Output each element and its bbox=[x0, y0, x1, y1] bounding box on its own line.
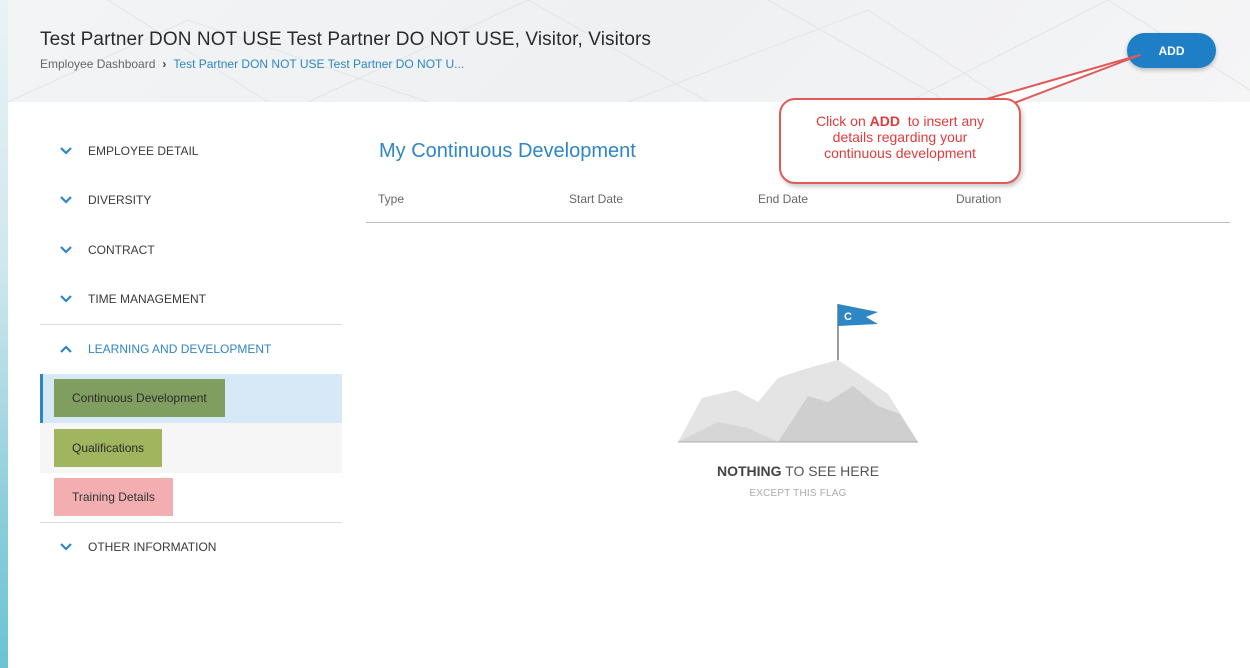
sub-item-label: Training Details bbox=[54, 478, 173, 517]
section-diversity[interactable]: DIVERSITY bbox=[40, 176, 342, 226]
mountain-flag-illustration: C bbox=[678, 304, 918, 443]
chevron-down-icon bbox=[60, 146, 74, 156]
empty-state: C NOTHING TO SEE HERE EXCEPT THIS FLAG bbox=[678, 298, 918, 499]
section-label: DIVERSITY bbox=[88, 193, 152, 208]
sidebar-item-continuous-development[interactable]: Continuous Development bbox=[40, 373, 342, 423]
window-edge bbox=[0, 0, 8, 668]
section-time-management[interactable]: TIME MANAGEMENT bbox=[40, 275, 342, 325]
empty-state-subtext: EXCEPT THIS FLAG bbox=[749, 488, 847, 499]
sidebar-item-qualifications[interactable]: Qualifications bbox=[40, 423, 342, 473]
breadcrumb: Employee Dashboard › Test Partner DON NO… bbox=[40, 57, 464, 71]
section-learning-and-development[interactable]: LEARNING AND DEVELOPMENT bbox=[40, 324, 342, 374]
section-label: OTHER INFORMATION bbox=[88, 540, 217, 555]
sidebar: EMPLOYEE DETAIL DIVERSITY CONTRACT TIME … bbox=[40, 126, 342, 572]
column-type[interactable]: Type bbox=[378, 192, 404, 206]
chevron-down-icon bbox=[60, 542, 74, 552]
section-other-information[interactable]: OTHER INFORMATION bbox=[40, 522, 342, 572]
page-header: Test Partner DON NOT USE Test Partner DO… bbox=[8, 0, 1250, 102]
chevron-down-icon bbox=[60, 294, 74, 304]
breadcrumb-root[interactable]: Employee Dashboard bbox=[40, 57, 155, 71]
section-label: CONTRACT bbox=[88, 242, 155, 257]
chevron-up-icon bbox=[60, 344, 74, 354]
section-label: EMPLOYEE DETAIL bbox=[88, 143, 199, 158]
table-header: Type Start Date End Date Duration bbox=[366, 186, 1230, 223]
breadcrumb-current[interactable]: Test Partner DON NOT USE Test Partner DO… bbox=[173, 57, 464, 71]
column-end-date[interactable]: End Date bbox=[758, 192, 808, 206]
main-card: EMPLOYEE DETAIL DIVERSITY CONTRACT TIME … bbox=[18, 102, 1250, 668]
section-label: LEARNING AND DEVELOPMENT bbox=[88, 342, 272, 357]
section-label: TIME MANAGEMENT bbox=[88, 292, 207, 307]
section-contract[interactable]: CONTRACT bbox=[40, 225, 342, 275]
instruction-callout: Click on ADD to insert any details regar… bbox=[779, 98, 1021, 184]
chevron-down-icon bbox=[60, 245, 74, 255]
empty-state-message: NOTHING TO SEE HERE bbox=[716, 463, 880, 479]
column-start-date[interactable]: Start Date bbox=[569, 192, 623, 206]
sidebar-item-training-details[interactable]: Training Details bbox=[40, 472, 342, 522]
add-button[interactable]: ADD bbox=[1127, 33, 1216, 68]
content-title: My Continuous Development bbox=[379, 140, 636, 162]
chevron-right-icon: › bbox=[162, 57, 167, 71]
column-duration[interactable]: Duration bbox=[956, 192, 1001, 206]
header-background-pattern bbox=[8, 0, 1250, 102]
chevron-down-icon bbox=[60, 195, 74, 205]
section-employee-detail[interactable]: EMPLOYEE DETAIL bbox=[40, 126, 342, 176]
svg-text:C: C bbox=[844, 311, 852, 323]
sub-item-label: Qualifications bbox=[54, 428, 163, 467]
page-title: Test Partner DON NOT USE Test Partner DO… bbox=[40, 29, 652, 50]
sub-item-label: Continuous Development bbox=[54, 379, 225, 418]
